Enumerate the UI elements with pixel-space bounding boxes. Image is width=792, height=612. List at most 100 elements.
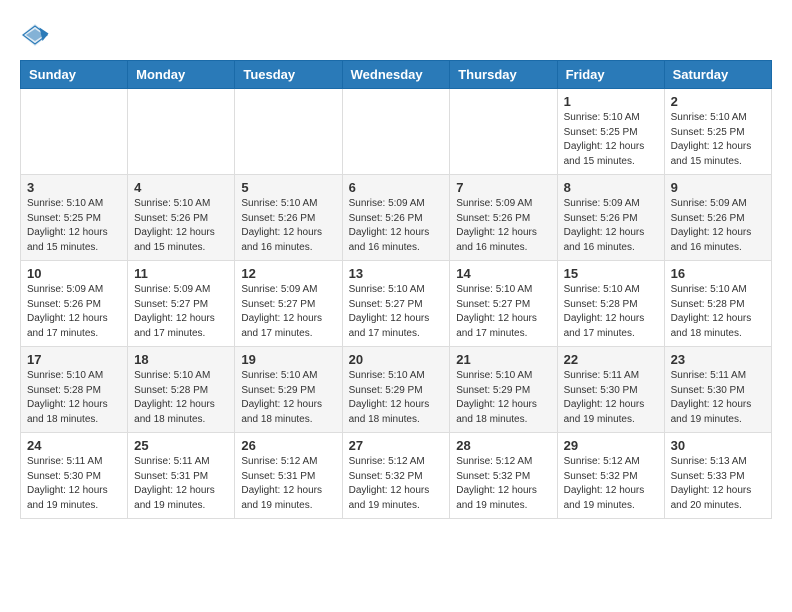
day-number: 26 bbox=[241, 438, 335, 453]
calendar-cell: 10 Sunrise: 5:09 AM Sunset: 5:26 PM Dayli… bbox=[21, 261, 128, 347]
day-info: Sunrise: 5:10 AM Sunset: 5:26 PM Dayligh… bbox=[134, 197, 228, 255]
calendar-cell: 25 Sunrise: 5:11 AM Sunset: 5:31 PM Dayli… bbox=[128, 433, 235, 519]
calendar-cell: 18 Sunrise: 5:10 AM Sunset: 5:28 PM Dayli… bbox=[128, 347, 235, 433]
day-number: 17 bbox=[27, 352, 121, 367]
logo-icon bbox=[20, 20, 50, 50]
calendar-cell: 20 Sunrise: 5:10 AM Sunset: 5:29 PM Dayli… bbox=[342, 347, 450, 433]
day-number: 29 bbox=[564, 438, 658, 453]
calendar-cell: 2 Sunrise: 5:10 AM Sunset: 5:25 PM Daylig… bbox=[664, 89, 771, 175]
day-number: 18 bbox=[134, 352, 228, 367]
calendar-week-row: 1Sunrise: 5:10 AM Sunset: 5:25 PM Daylig… bbox=[21, 89, 772, 175]
day-info: Sunrise: 5:09 AM Sunset: 5:27 PM Dayligh… bbox=[241, 283, 335, 341]
day-info: Sunrise: 5:10 AM Sunset: 5:25 PM Dayligh… bbox=[671, 111, 765, 169]
day-number: 6 bbox=[349, 180, 444, 195]
calendar-week-row: 17 Sunrise: 5:10 AM Sunset: 5:28 PM Dayli… bbox=[21, 347, 772, 433]
day-number: 25 bbox=[134, 438, 228, 453]
day-number: 8 bbox=[564, 180, 658, 195]
day-info: Sunrise: 5:10 AM Sunset: 5:29 PM Dayligh… bbox=[456, 369, 550, 427]
day-number: 4 bbox=[134, 180, 228, 195]
calendar-cell: 5Sunrise: 5:10 AM Sunset: 5:26 PM Daylig… bbox=[235, 175, 342, 261]
calendar-cell: 29 Sunrise: 5:12 AM Sunset: 5:32 PM Dayli… bbox=[557, 433, 664, 519]
calendar-cell bbox=[342, 89, 450, 175]
day-info: Sunrise: 5:10 AM Sunset: 5:28 PM Dayligh… bbox=[134, 369, 228, 427]
day-number: 27 bbox=[349, 438, 444, 453]
day-number: 23 bbox=[671, 352, 765, 367]
calendar-cell: 8Sunrise: 5:09 AM Sunset: 5:26 PM Daylig… bbox=[557, 175, 664, 261]
day-number: 10 bbox=[27, 266, 121, 281]
calendar-cell: 23 Sunrise: 5:11 AM Sunset: 5:30 PM Dayli… bbox=[664, 347, 771, 433]
day-info: Sunrise: 5:10 AM Sunset: 5:25 PM Dayligh… bbox=[27, 197, 121, 255]
calendar-table: SundayMondayTuesdayWednesdayThursdayFrid… bbox=[20, 60, 772, 519]
calendar-cell: 24 Sunrise: 5:11 AM Sunset: 5:30 PM Dayli… bbox=[21, 433, 128, 519]
calendar-cell: 26 Sunrise: 5:12 AM Sunset: 5:31 PM Dayli… bbox=[235, 433, 342, 519]
calendar-cell: 12 Sunrise: 5:09 AM Sunset: 5:27 PM Dayli… bbox=[235, 261, 342, 347]
day-info: Sunrise: 5:10 AM Sunset: 5:29 PM Dayligh… bbox=[241, 369, 335, 427]
day-info: Sunrise: 5:11 AM Sunset: 5:30 PM Dayligh… bbox=[27, 455, 121, 513]
day-info: Sunrise: 5:10 AM Sunset: 5:26 PM Dayligh… bbox=[241, 197, 335, 255]
day-number: 19 bbox=[241, 352, 335, 367]
day-number: 9 bbox=[671, 180, 765, 195]
calendar-cell: 14 Sunrise: 5:10 AM Sunset: 5:27 PM Dayli… bbox=[450, 261, 557, 347]
calendar-cell: 16 Sunrise: 5:10 AM Sunset: 5:28 PM Dayli… bbox=[664, 261, 771, 347]
day-number: 7 bbox=[456, 180, 550, 195]
calendar-cell: 21 Sunrise: 5:10 AM Sunset: 5:29 PM Dayli… bbox=[450, 347, 557, 433]
calendar-cell: 30 Sunrise: 5:13 AM Sunset: 5:33 PM Dayli… bbox=[664, 433, 771, 519]
weekday-header-sunday: Sunday bbox=[21, 61, 128, 89]
calendar-cell: 22 Sunrise: 5:11 AM Sunset: 5:30 PM Dayli… bbox=[557, 347, 664, 433]
day-info: Sunrise: 5:10 AM Sunset: 5:28 PM Dayligh… bbox=[564, 283, 658, 341]
day-number: 21 bbox=[456, 352, 550, 367]
day-number: 16 bbox=[671, 266, 765, 281]
day-info: Sunrise: 5:10 AM Sunset: 5:27 PM Dayligh… bbox=[456, 283, 550, 341]
day-number: 13 bbox=[349, 266, 444, 281]
logo bbox=[20, 20, 54, 50]
calendar-cell bbox=[235, 89, 342, 175]
calendar-cell: 9 Sunrise: 5:09 AM Sunset: 5:26 PM Daylig… bbox=[664, 175, 771, 261]
day-info: Sunrise: 5:11 AM Sunset: 5:30 PM Dayligh… bbox=[564, 369, 658, 427]
calendar-cell: 15 Sunrise: 5:10 AM Sunset: 5:28 PM Dayli… bbox=[557, 261, 664, 347]
day-number: 20 bbox=[349, 352, 444, 367]
day-number: 28 bbox=[456, 438, 550, 453]
day-info: Sunrise: 5:09 AM Sunset: 5:26 PM Dayligh… bbox=[456, 197, 550, 255]
calendar-cell: 7 Sunrise: 5:09 AM Sunset: 5:26 PM Daylig… bbox=[450, 175, 557, 261]
day-info: Sunrise: 5:12 AM Sunset: 5:32 PM Dayligh… bbox=[349, 455, 444, 513]
calendar-cell: 4 Sunrise: 5:10 AM Sunset: 5:26 PM Daylig… bbox=[128, 175, 235, 261]
day-info: Sunrise: 5:09 AM Sunset: 5:26 PM Dayligh… bbox=[349, 197, 444, 255]
calendar-cell: 27 Sunrise: 5:12 AM Sunset: 5:32 PM Dayli… bbox=[342, 433, 450, 519]
weekday-header-wednesday: Wednesday bbox=[342, 61, 450, 89]
calendar-week-row: 24 Sunrise: 5:11 AM Sunset: 5:30 PM Dayli… bbox=[21, 433, 772, 519]
day-number: 14 bbox=[456, 266, 550, 281]
day-number: 11 bbox=[134, 266, 228, 281]
day-info: Sunrise: 5:11 AM Sunset: 5:31 PM Dayligh… bbox=[134, 455, 228, 513]
calendar-cell: 6 Sunrise: 5:09 AM Sunset: 5:26 PM Daylig… bbox=[342, 175, 450, 261]
calendar-cell: 19 Sunrise: 5:10 AM Sunset: 5:29 PM Dayli… bbox=[235, 347, 342, 433]
calendar-cell bbox=[450, 89, 557, 175]
weekday-header-row: SundayMondayTuesdayWednesdayThursdayFrid… bbox=[21, 61, 772, 89]
weekday-header-thursday: Thursday bbox=[450, 61, 557, 89]
day-info: Sunrise: 5:10 AM Sunset: 5:28 PM Dayligh… bbox=[671, 283, 765, 341]
page-header bbox=[20, 20, 772, 50]
day-info: Sunrise: 5:09 AM Sunset: 5:26 PM Dayligh… bbox=[671, 197, 765, 255]
day-number: 3 bbox=[27, 180, 121, 195]
calendar-cell: 28Sunrise: 5:12 AM Sunset: 5:32 PM Dayli… bbox=[450, 433, 557, 519]
day-number: 15 bbox=[564, 266, 658, 281]
day-number: 22 bbox=[564, 352, 658, 367]
day-number: 24 bbox=[27, 438, 121, 453]
day-info: Sunrise: 5:12 AM Sunset: 5:32 PM Dayligh… bbox=[564, 455, 658, 513]
calendar-week-row: 3 Sunrise: 5:10 AM Sunset: 5:25 PM Daylig… bbox=[21, 175, 772, 261]
day-info: Sunrise: 5:11 AM Sunset: 5:30 PM Dayligh… bbox=[671, 369, 765, 427]
calendar-cell: 3 Sunrise: 5:10 AM Sunset: 5:25 PM Daylig… bbox=[21, 175, 128, 261]
day-info: Sunrise: 5:09 AM Sunset: 5:27 PM Dayligh… bbox=[134, 283, 228, 341]
calendar-cell: 17Sunrise: 5:10 AM Sunset: 5:28 PM Dayli… bbox=[21, 347, 128, 433]
calendar-week-row: 10 Sunrise: 5:09 AM Sunset: 5:26 PM Dayli… bbox=[21, 261, 772, 347]
day-number: 30 bbox=[671, 438, 765, 453]
day-info: Sunrise: 5:09 AM Sunset: 5:26 PM Dayligh… bbox=[27, 283, 121, 341]
day-info: Sunrise: 5:10 AM Sunset: 5:27 PM Dayligh… bbox=[349, 283, 444, 341]
weekday-header-saturday: Saturday bbox=[664, 61, 771, 89]
day-number: 2 bbox=[671, 94, 765, 109]
day-info: Sunrise: 5:13 AM Sunset: 5:33 PM Dayligh… bbox=[671, 455, 765, 513]
weekday-header-monday: Monday bbox=[128, 61, 235, 89]
day-number: 12 bbox=[241, 266, 335, 281]
day-info: Sunrise: 5:12 AM Sunset: 5:31 PM Dayligh… bbox=[241, 455, 335, 513]
calendar-cell: 1Sunrise: 5:10 AM Sunset: 5:25 PM Daylig… bbox=[557, 89, 664, 175]
day-info: Sunrise: 5:10 AM Sunset: 5:29 PM Dayligh… bbox=[349, 369, 444, 427]
